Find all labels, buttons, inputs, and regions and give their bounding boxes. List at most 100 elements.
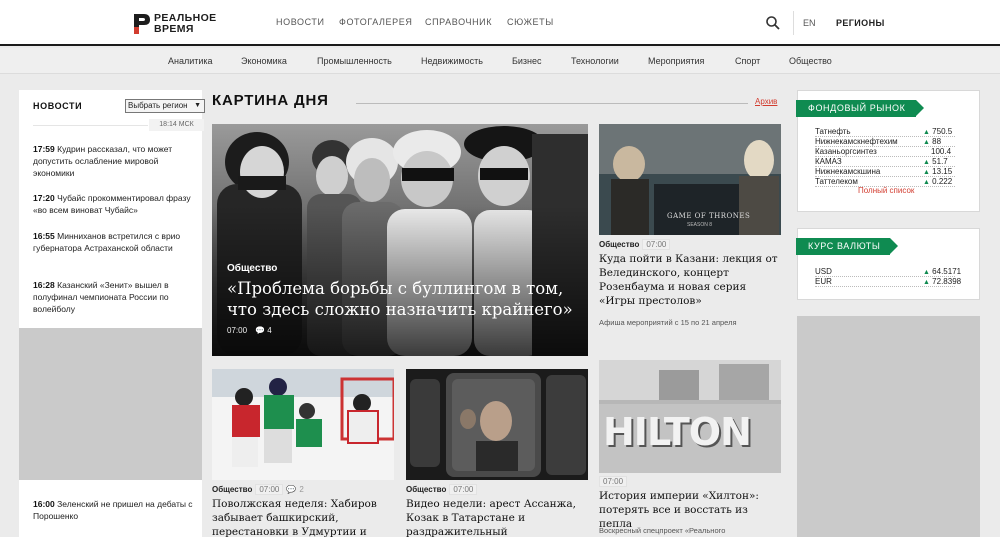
stock-row: Нижнекамскнефтехим ▲ 88 <box>815 137 955 147</box>
news-item-time: 17:59 <box>33 144 55 154</box>
stock-row: КАМАЗ ▲ 51.7 <box>815 157 955 167</box>
stock-name: КАМАЗ <box>815 157 842 166</box>
article-card[interactable]: HILTON 07:00 История империи «Хилтон»: п… <box>599 360 781 537</box>
category-business[interactable]: Бизнес <box>512 56 542 66</box>
category-sport[interactable]: Спорт <box>735 56 760 66</box>
comment-icon: 💬 <box>255 326 265 335</box>
logo-mark-icon <box>134 14 150 34</box>
currency-value: 72.8398 <box>932 277 962 286</box>
article-card[interactable]: Общество 07:00 Видео недели: арест Ассанж… <box>406 369 588 537</box>
comment-icon: 💬 <box>286 485 297 494</box>
article-category[interactable]: Общество <box>599 240 639 249</box>
currency-name: EUR <box>815 277 832 286</box>
divider <box>33 125 148 126</box>
category-society[interactable]: Общество <box>789 56 832 66</box>
category-technology[interactable]: Технологии <box>571 56 619 66</box>
hero-category[interactable]: Общество <box>227 263 277 274</box>
category-bar: Аналитика Экономика Промышленность Недви… <box>0 48 1000 74</box>
article-image <box>406 369 588 480</box>
nav-photo-gallery[interactable]: ФОТОГАЛЕРЕЯ <box>339 17 412 27</box>
dropdown-arrow-icon: ▼ <box>194 102 201 109</box>
category-economy[interactable]: Экономика <box>241 56 287 66</box>
article-meta: Общество 07:00 <box>599 239 671 250</box>
stock-value: 51.7 <box>932 157 948 166</box>
up-arrow-icon: ▲ <box>923 129 930 136</box>
article-card[interactable]: GAME OF THRONES SEASON 8 Общество 07:00 К… <box>599 124 781 336</box>
stock-value: 750.5 <box>932 127 953 136</box>
article-card[interactable]: Общество 07:00 💬 2 Поволжская неделя: Хабир… <box>212 369 394 537</box>
currency-value: 64.5171 <box>932 267 962 276</box>
stock-name: Казаньоргсинтез <box>815 147 877 156</box>
full-list-link[interactable]: Полный список <box>858 186 914 195</box>
category-industry[interactable]: Промышленность <box>317 56 392 66</box>
news-item-text: Зеленский не пришел на дебаты с Порошенк… <box>33 499 193 521</box>
ad-placeholder <box>19 328 202 480</box>
article-title[interactable]: История империи «Хилтон»: потерять все и… <box>599 489 779 531</box>
language-switch[interactable]: EN <box>803 18 816 28</box>
stock-value: 0.222 <box>932 177 953 186</box>
stock-value: 13.15 <box>932 167 953 176</box>
news-item[interactable]: 16:00 Зеленский не пришел на дебаты с По… <box>33 498 193 522</box>
news-item[interactable]: 16:28 Казанский «Зенит» вышел в полуфина… <box>33 279 193 315</box>
currency-row: USD ▲ 64.5171 <box>815 267 961 277</box>
search-icon[interactable] <box>765 15 781 31</box>
news-feed: НОВОСТИ Выбрать регион ▼ 18:14 МСК 17:59… <box>19 90 205 537</box>
article-image <box>212 369 394 480</box>
currency-name: USD <box>815 267 832 276</box>
article-image: GAME OF THRONES SEASON 8 <box>599 124 781 235</box>
article-title[interactable]: Видео недели: арест Ассанжа, Козак в Тат… <box>406 497 586 537</box>
article-meta: Общество 07:00 💬 2 <box>212 484 304 495</box>
up-arrow-icon: ▲ <box>923 279 930 286</box>
news-item[interactable]: 16:55 Минниханов встретился с врио губер… <box>33 230 193 254</box>
comment-count: 4 <box>267 326 272 335</box>
article-title[interactable]: Куда пойти в Казани: лекция от Велединск… <box>599 252 779 308</box>
stock-name: Нижнекамскнефтехим <box>815 137 898 146</box>
news-item[interactable]: 17:59 Кудрин рассказал, что может допуст… <box>33 143 193 179</box>
article-time: 07:00 <box>599 476 628 487</box>
category-analytics[interactable]: Аналитика <box>168 56 213 66</box>
title-rule <box>356 103 748 104</box>
hero-comments: 💬 4 <box>255 326 272 335</box>
hero-title[interactable]: «Проблема борьбы с буллингом в том, что … <box>227 278 577 320</box>
news-item-time: 16:55 <box>33 231 55 241</box>
article-time: 07:00 <box>642 239 671 250</box>
stock-value: 100.4 <box>931 147 952 156</box>
archive-link[interactable]: Архив <box>755 97 777 106</box>
article-meta: Общество 07:00 <box>406 484 478 495</box>
stock-name: Нижнекамскшина <box>815 167 881 176</box>
stock-row: Казаньоргсинтез 100.4 <box>815 147 955 157</box>
article-category[interactable]: Общество <box>212 485 252 494</box>
article-category[interactable]: Общество <box>406 485 446 494</box>
hero-time: 07:00 <box>227 326 248 335</box>
nav-stories[interactable]: СЮЖЕТЫ <box>507 17 554 27</box>
category-events[interactable]: Мероприятия <box>648 56 704 66</box>
stock-market-widget: ФОНДОВЫЙ РЫНОК Татнефть ▲ 750.5 Нижнекам… <box>796 90 980 212</box>
category-real-estate[interactable]: Недвижимость <box>421 56 483 66</box>
image-caption: GAME OF THRONES <box>667 212 751 220</box>
news-item[interactable]: 17:20 Чубайс прокомментировал фразу «во … <box>33 192 193 216</box>
current-time: 18:14 МСК <box>149 119 204 131</box>
news-item-text: Минниханов встретился с врио губернатора… <box>33 231 181 253</box>
article-subtitle: Афиша мероприятий с 15 по 21 апреля <box>599 318 737 327</box>
article-title[interactable]: Поволжская неделя: Хабиров забывает башк… <box>212 497 392 537</box>
news-item-text: Чубайс прокомментировал фразу «во всем в… <box>33 193 191 215</box>
regions-link[interactable]: РЕГИОНЫ <box>836 18 885 28</box>
nav-reference[interactable]: СПРАВОЧНИК <box>425 17 492 27</box>
stock-row: Нижнекамскшина ▲ 13.15 <box>815 167 955 177</box>
region-select[interactable]: Выбрать регион ▼ <box>125 99 205 113</box>
up-arrow-icon: ▲ <box>923 159 930 166</box>
up-arrow-icon: ▲ <box>923 139 930 146</box>
stock-name: Татнефть <box>815 127 851 136</box>
news-item-time: 16:28 <box>33 280 55 290</box>
news-heading: НОВОСТИ <box>33 101 83 111</box>
comment-count: 2 <box>299 485 304 494</box>
region-select-value: Выбрать регион <box>128 101 188 110</box>
site-logo[interactable]: РЕАЛЬНОЕ ВРЕМЯ <box>133 12 233 36</box>
site-header: РЕАЛЬНОЕ ВРЕМЯ НОВОСТИ ФОТОГАЛЕРЕЯ СПРАВ… <box>0 0 1000 46</box>
section-title: КАРТИНА ДНЯ <box>212 92 329 109</box>
currency-row: EUR ▲ 72.8398 <box>815 277 961 287</box>
article-time: 07:00 <box>449 484 478 495</box>
stock-value: 88 <box>932 137 942 146</box>
hero-article[interactable]: Общество «Проблема борьбы с буллингом в … <box>212 124 588 356</box>
nav-news[interactable]: НОВОСТИ <box>276 17 325 27</box>
